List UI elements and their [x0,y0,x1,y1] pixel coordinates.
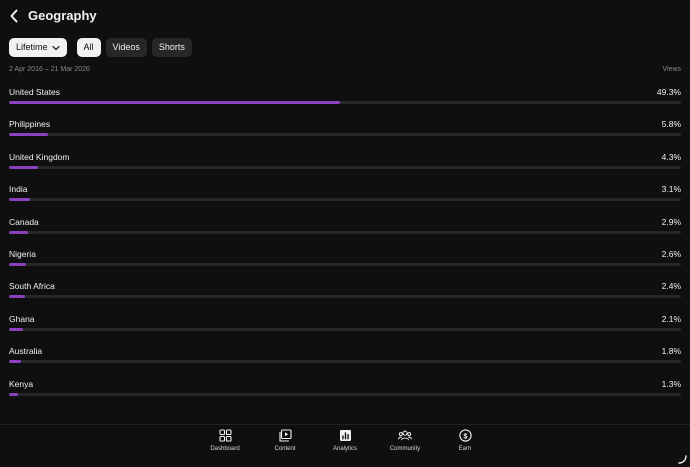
share-bar-track [9,392,681,396]
country-list: United States 49.3% Philippines 5.8% Uni… [9,87,681,411]
list-item: India 3.1% [9,184,681,216]
country-name: Australia [9,346,43,357]
nav-community-label: Community [389,446,421,452]
nav-content[interactable]: Content [260,428,310,454]
tab-shorts[interactable]: Shorts [151,38,192,57]
nav-content-label: Content [274,446,296,452]
chevron-down-icon [51,45,60,50]
share-bar-fill [9,101,341,104]
country-percent: 2.9% [661,216,681,227]
community-icon [398,428,412,442]
list-subheader: 2 Apr 2016 – 21 Mar 2026 Views [9,65,681,75]
share-bar-fill [9,327,24,331]
list-item: United States 49.3% [9,87,681,119]
list-item: Australia 1.8% [9,346,681,378]
country-percent: 5.8% [661,119,681,130]
share-bar-track [9,165,681,169]
country-percent: 3.1% [661,184,681,195]
country-percent: 4.3% [661,151,681,162]
back-button[interactable] [6,8,22,24]
bottom-divider [0,424,690,425]
share-bar-fill [9,133,48,137]
share-bar-fill [9,198,30,202]
share-bar-fill [9,392,18,396]
nav-analytics-label: Analytics [332,446,357,452]
content-icon [278,428,292,442]
country-percent: 2.4% [661,281,681,292]
country-percent: 1.8% [661,346,681,357]
filter-bar: Lifetime All Videos Shorts [9,38,192,57]
bottom-nav: Dashboard Content Analytics Community $ … [200,428,490,454]
list-item: United Kingdom 4.3% [9,152,681,184]
chevron-left-icon [10,9,18,23]
share-bar-fill [9,295,26,299]
country-name: Kenya [9,378,34,389]
tab-videos[interactable]: Videos [105,38,147,57]
date-range: 2 Apr 2016 – 21 Mar 2026 [9,66,90,73]
resize-handle-icon [678,455,687,464]
list-item: Canada 2.9% [9,217,681,249]
nav-dashboard-label: Dashboard [210,446,240,452]
country-percent: 49.3% [656,87,681,97]
earn-icon: $ [458,428,472,442]
metric-label: Views [662,66,681,73]
share-bar-fill [9,165,38,169]
country-percent: 2.6% [661,248,681,259]
nav-earn-label: Earn [458,446,472,452]
list-item: Nigeria 2.6% [9,249,681,281]
share-bar-track [9,198,681,202]
share-bar-track [9,101,681,104]
nav-analytics[interactable]: Analytics [320,428,370,454]
share-bar-fill [9,360,22,364]
header: Geography [0,0,690,34]
country-name: Ghana [9,313,35,324]
country-percent: 2.1% [661,313,681,324]
country-name: Nigeria [9,248,36,259]
country-name: Canada [9,216,39,227]
country-percent: 1.3% [661,378,681,389]
share-bar-fill [9,230,29,234]
period-dropdown[interactable]: Lifetime [9,38,67,57]
nav-dashboard[interactable]: Dashboard [200,428,250,454]
country-name: Philippines [9,119,51,130]
list-item: Philippines 5.8% [9,119,681,151]
share-bar-track [9,133,681,137]
share-bar-track [9,295,681,299]
page-title: Geography [28,8,97,23]
nav-earn[interactable]: $ Earn [440,428,490,454]
share-bar-track [9,230,681,234]
period-dropdown-label: Lifetime [16,42,48,52]
country-name: United Kingdom [9,151,70,162]
tab-all[interactable]: All [76,38,101,57]
dashboard-icon [218,428,232,442]
country-name: South Africa [9,281,55,292]
svg-text:$: $ [463,431,468,440]
share-bar-track [9,360,681,364]
share-bar-fill [9,262,27,266]
list-item: South Africa 2.4% [9,281,681,313]
list-item: Ghana 2.1% [9,314,681,346]
country-name: India [9,184,28,195]
country-name: United States [9,87,61,97]
nav-community[interactable]: Community [380,428,430,454]
list-item: Kenya 1.3% [9,379,681,411]
share-bar-track [9,327,681,331]
share-bar-track [9,262,681,266]
analytics-icon [338,428,352,442]
